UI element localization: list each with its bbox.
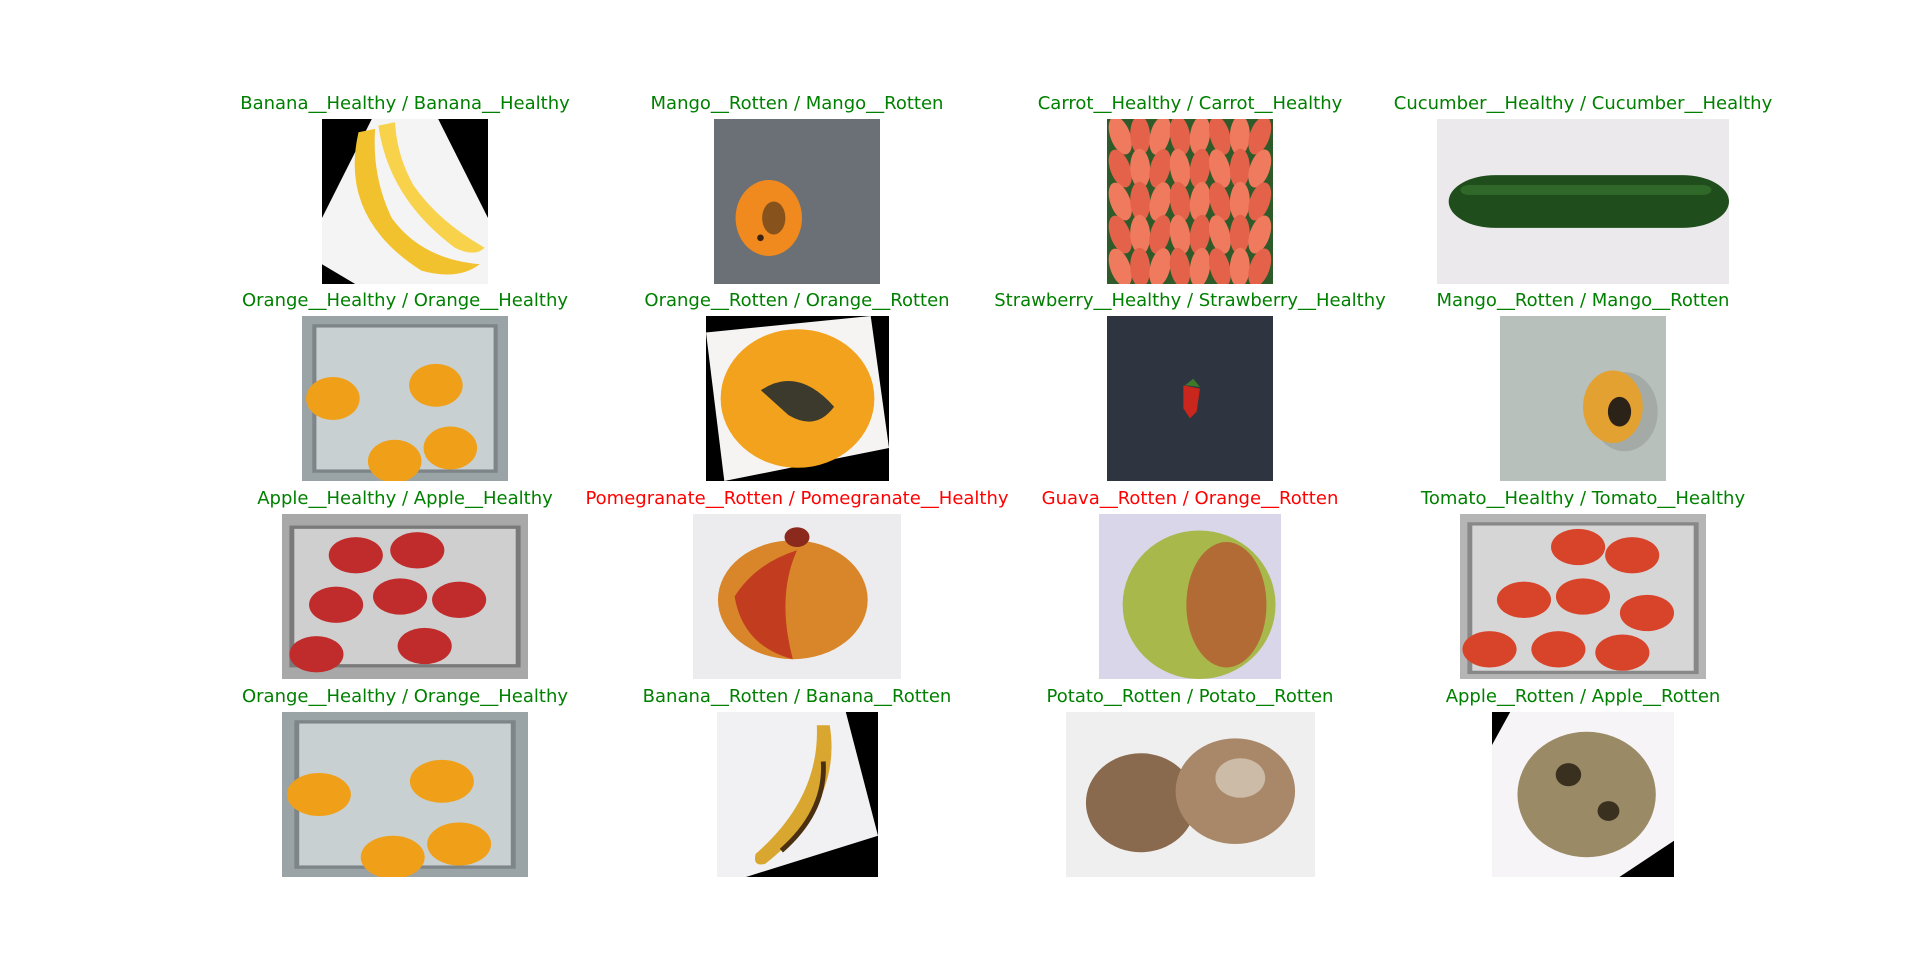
carrot-healthy-illustration xyxy=(1107,119,1273,284)
cucumber-healthy-illustration xyxy=(1437,119,1729,284)
prediction-label: Banana__Rotten / Banana__Rotten xyxy=(642,686,952,707)
prediction-label: Mango__Rotten / Mango__Rotten xyxy=(1436,290,1730,311)
sample-image xyxy=(1460,514,1706,679)
prediction-label: Apple__Rotten / Apple__Rotten xyxy=(1445,686,1721,707)
prediction-label: Apple__Healthy / Apple__Healthy xyxy=(257,488,553,509)
prediction-label: Orange__Healthy / Orange__Healthy xyxy=(241,290,569,311)
sample-image xyxy=(714,119,880,284)
sample-image xyxy=(1500,316,1666,481)
prediction-label: Banana__Healthy / Banana__Healthy xyxy=(240,93,570,114)
orange-tray-2-illustration xyxy=(282,712,528,877)
sample-image xyxy=(1107,316,1273,481)
sample-image xyxy=(1437,119,1729,284)
sample-image xyxy=(282,514,528,679)
prediction-label: Potato__Rotten / Potato__Rotten xyxy=(1046,686,1334,707)
prediction-label: Pomegranate__Rotten / Pomegranate__Healt… xyxy=(585,488,1009,509)
sample-image xyxy=(705,316,889,481)
prediction-label: Mango__Rotten / Mango__Rotten xyxy=(650,93,944,114)
apple-rotten-illustration xyxy=(1492,712,1674,877)
banana-healthy-illustration xyxy=(322,119,488,284)
sample-image xyxy=(282,712,528,877)
orange-tray-illustration xyxy=(302,316,508,481)
sample-image xyxy=(1492,712,1674,877)
sample-image xyxy=(302,316,508,481)
strawberry-healthy-illustration xyxy=(1107,316,1273,481)
prediction-label: Tomato__Healthy / Tomato__Healthy xyxy=(1420,488,1746,509)
prediction-label: Guava__Rotten / Orange__Rotten xyxy=(1041,488,1339,509)
sample-image xyxy=(716,712,878,877)
sample-image xyxy=(1065,712,1315,877)
mango-rotten-illustration xyxy=(714,119,880,284)
pomegranate-illustration xyxy=(693,514,901,679)
prediction-label: Strawberry__Healthy / Strawberry__Health… xyxy=(994,290,1386,311)
mango-rotten-2-illustration xyxy=(1500,316,1666,481)
orange-rotten-illustration xyxy=(705,316,889,481)
sample-image xyxy=(693,514,901,679)
potato-rotten-illustration xyxy=(1065,712,1315,877)
sample-image xyxy=(1107,119,1273,284)
prediction-label: Cucumber__Healthy / Cucumber__Healthy xyxy=(1393,93,1773,114)
sample-image xyxy=(1099,514,1281,679)
sample-image xyxy=(322,119,488,284)
tomato-tray-illustration xyxy=(1460,514,1706,679)
prediction-label: Orange__Healthy / Orange__Healthy xyxy=(241,686,569,707)
banana-rotten-illustration xyxy=(716,712,878,877)
prediction-label: Carrot__Healthy / Carrot__Healthy xyxy=(1037,93,1343,114)
apple-tray-illustration xyxy=(282,514,528,679)
prediction-label: Orange__Rotten / Orange__Rotten xyxy=(644,290,950,311)
guava-illustration xyxy=(1099,514,1281,679)
